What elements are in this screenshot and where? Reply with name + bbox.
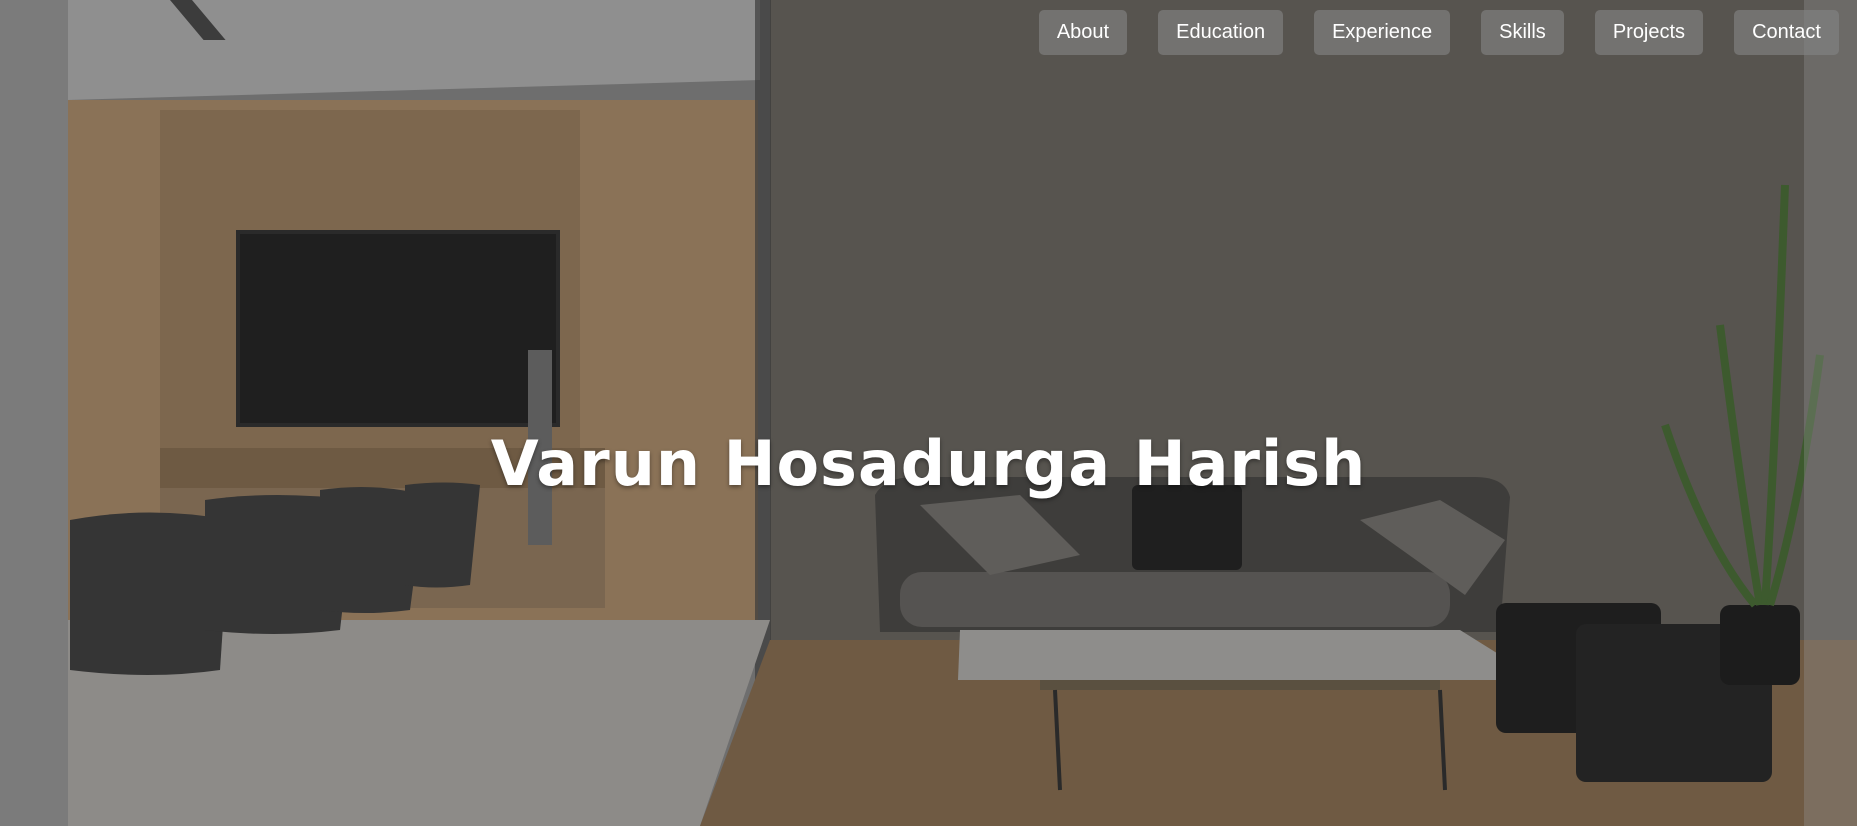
nav-skills-button[interactable]: Skills [1481,10,1564,55]
nav-projects-button[interactable]: Projects [1594,10,1704,55]
hero-background-image [68,0,1857,826]
top-navigation: About Education Experience Skills Projec… [1038,10,1839,55]
nav-about-button[interactable]: About [1038,10,1128,55]
nav-experience-button[interactable]: Experience [1314,10,1451,55]
right-edge-panel [1804,0,1857,826]
nav-contact-button[interactable]: Contact [1734,10,1839,55]
hero-section: About Education Experience Skills Projec… [0,0,1857,826]
left-edge-panel [0,0,68,826]
nav-education-button[interactable]: Education [1158,10,1284,55]
hero-title: Varun Hosadurga Harish [490,426,1367,500]
